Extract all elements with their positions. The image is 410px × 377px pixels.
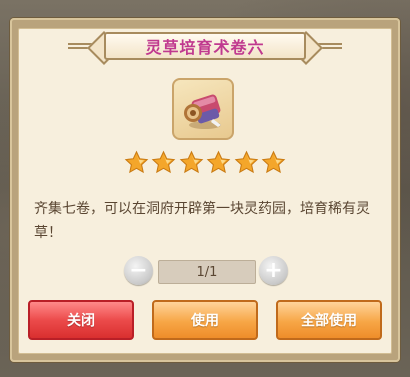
close-button[interactable]: 关闭 bbox=[28, 300, 134, 340]
scroll-item-icon bbox=[184, 94, 221, 129]
use-button[interactable]: 使用 bbox=[152, 300, 258, 340]
star-icon bbox=[206, 150, 231, 174]
star-icon bbox=[261, 150, 286, 174]
star-icon bbox=[152, 150, 176, 174]
title-plate: 灵草培育术卷六 bbox=[68, 28, 342, 65]
decrease-button[interactable]: − bbox=[124, 256, 153, 285]
use-all-button[interactable]: 全部使用 bbox=[276, 300, 382, 340]
quantity-stepper: − 1/1 + bbox=[124, 256, 288, 286]
star-icon bbox=[179, 150, 204, 174]
star-icon bbox=[234, 150, 258, 174]
dialog-title: 灵草培育术卷六 bbox=[145, 38, 265, 57]
minus-icon: − bbox=[129, 258, 148, 283]
item-description: 齐集七卷，可以在洞府开辟第一块灵药园，培育稀有灵草！ bbox=[34, 201, 370, 241]
increase-button[interactable]: + bbox=[259, 256, 288, 285]
star-rating bbox=[124, 150, 286, 176]
plus-icon: + bbox=[264, 258, 283, 283]
star-icon bbox=[124, 150, 149, 174]
quantity-display: 1/1 bbox=[158, 260, 256, 284]
item-slot bbox=[172, 78, 234, 140]
